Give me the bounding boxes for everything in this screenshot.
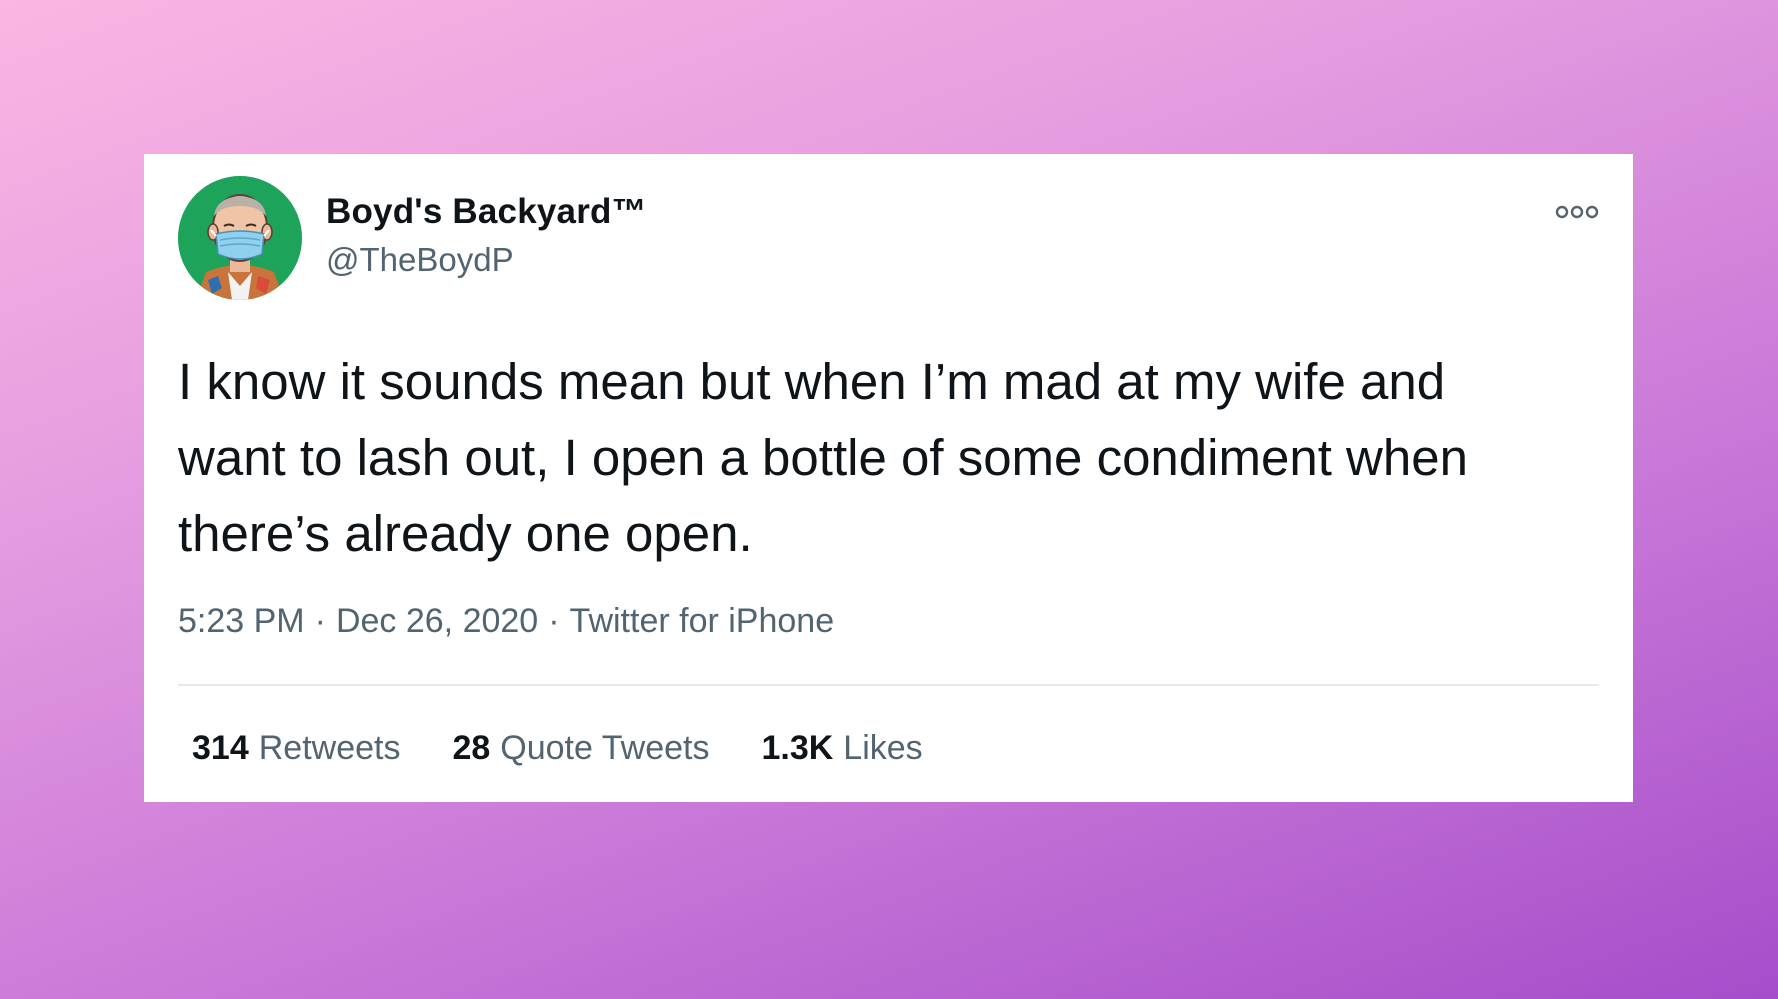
tweet-date[interactable]: Dec 26, 2020 [336, 602, 538, 640]
tweet-meta: 5:23 PM · Dec 26, 2020 · Twitter for iPhone [178, 602, 834, 641]
user-handle[interactable]: @TheBoydP [326, 241, 514, 279]
tweet-text: I know it sounds mean but when I’m mad a… [178, 353, 1468, 562]
tweet-stats: 314 Retweets 28 Quote Tweets 1.3K Likes [192, 729, 923, 768]
tweet-source[interactable]: Twitter for iPhone [570, 602, 835, 640]
likes-label: Likes [843, 729, 923, 767]
tweet-time[interactable]: 5:23 PM [178, 602, 305, 640]
likes-stat[interactable]: 1.3K Likes [761, 729, 922, 768]
quote-tweets-label: Quote Tweets [500, 729, 710, 767]
meta-separator: · [548, 602, 560, 640]
quote-tweets-stat[interactable]: 28 Quote Tweets [452, 729, 709, 768]
quote-tweets-count: 28 [452, 729, 491, 767]
avatar-illustration [178, 176, 302, 300]
more-horizontal-icon[interactable] [1555, 204, 1599, 220]
retweets-count: 314 [192, 729, 249, 767]
avatar[interactable] [178, 176, 302, 300]
likes-count: 1.3K [761, 729, 834, 767]
tweet-card: Boyd's Backyard™ @TheBoydP I know it sou… [144, 154, 1633, 802]
retweets-label: Retweets [258, 729, 401, 767]
divider [178, 684, 1599, 686]
display-name[interactable]: Boyd's Backyard™ [326, 192, 647, 232]
retweets-stat[interactable]: 314 Retweets [192, 729, 400, 768]
meta-separator: · [314, 602, 326, 640]
